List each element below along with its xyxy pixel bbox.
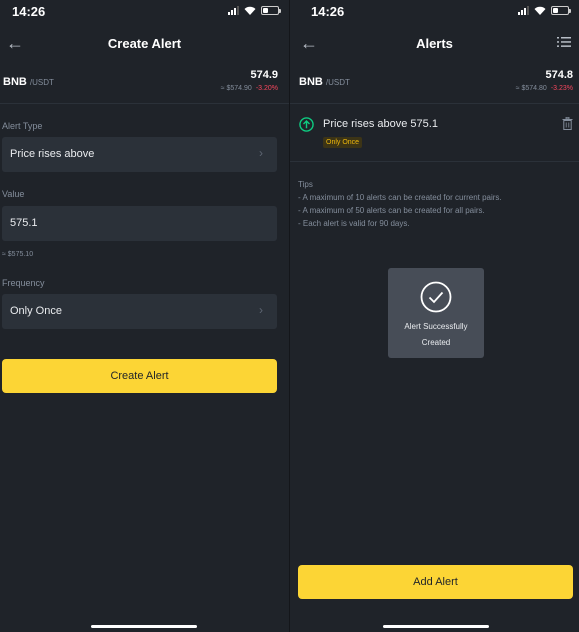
status-icons bbox=[228, 6, 281, 15]
success-toast: Alert Successfully Created bbox=[388, 268, 484, 358]
value-input-text: 575.1 bbox=[10, 217, 38, 229]
last-price: 574.9 bbox=[250, 69, 278, 81]
pair-header: BNB /USDT 574.8 ≈ $574.80 -3.23% bbox=[290, 68, 579, 104]
fiat-price: ≈ $574.90 bbox=[220, 85, 252, 92]
pair-symbol: BNB /USDT bbox=[3, 76, 54, 88]
status-bar: 14:26 bbox=[290, 0, 579, 24]
checkmark-circle-icon bbox=[420, 281, 452, 313]
create-alert-screen: 14:26 ← Create Alert BNB /USDT 574.9 ≈ $… bbox=[0, 0, 289, 632]
price-sub: ≈ $574.80 -3.23% bbox=[516, 85, 573, 92]
status-icons bbox=[518, 6, 571, 15]
trash-icon[interactable] bbox=[562, 117, 573, 130]
home-indicator bbox=[383, 625, 489, 628]
alert-type-label: Alert Type bbox=[2, 121, 43, 131]
wifi-icon bbox=[244, 6, 256, 15]
frequency-select[interactable]: Only Once › bbox=[2, 294, 277, 329]
frequency-label: Frequency bbox=[2, 278, 45, 288]
pair-symbol: BNB /USDT bbox=[299, 76, 350, 88]
tip-item: - Each alert is valid for 90 days. bbox=[298, 219, 410, 228]
alert-text: Price rises above 575.1 bbox=[323, 118, 438, 130]
signal-icon bbox=[228, 6, 239, 15]
status-time: 14:26 bbox=[311, 4, 345, 19]
value-hint: ≈ $575.10 bbox=[2, 251, 34, 258]
value-label: Value bbox=[2, 189, 25, 199]
price-change: -3.23% bbox=[550, 85, 573, 92]
alert-list-item[interactable]: Price rises above 575.1 Only Once bbox=[290, 108, 579, 162]
tips-title: Tips bbox=[298, 180, 313, 189]
alerts-screen: 14:26 ← Alerts BNB /USDT 574.8 ≈ $574.80… bbox=[290, 0, 579, 632]
nav-bar: ← Alerts bbox=[290, 30, 579, 58]
create-alert-button[interactable]: Create Alert bbox=[2, 359, 277, 393]
signal-icon bbox=[518, 6, 529, 15]
list-menu-icon[interactable] bbox=[557, 36, 571, 48]
battery-icon bbox=[551, 6, 571, 15]
pair-header: BNB /USDT 574.9 ≈ $574.90 -3.20% bbox=[0, 68, 289, 104]
home-indicator bbox=[91, 625, 197, 628]
last-price: 574.8 bbox=[545, 69, 573, 81]
nav-bar: ← Create Alert bbox=[0, 30, 289, 58]
chevron-right-icon: › bbox=[259, 146, 263, 160]
fiat-price: ≈ $574.80 bbox=[515, 85, 547, 92]
status-time: 14:26 bbox=[12, 4, 46, 19]
chevron-right-icon: › bbox=[259, 303, 263, 317]
price-change: -3.20% bbox=[255, 85, 278, 92]
frequency-badge: Only Once bbox=[323, 137, 363, 148]
add-alert-button[interactable]: Add Alert bbox=[298, 565, 573, 599]
frequency-value: Only Once bbox=[10, 305, 62, 317]
price-sub: ≈ $574.90 -3.20% bbox=[221, 85, 278, 92]
page-title: Create Alert bbox=[107, 36, 182, 51]
value-input[interactable]: 575.1 bbox=[2, 206, 277, 241]
alert-type-select[interactable]: Price rises above › bbox=[2, 137, 277, 172]
status-bar: 14:26 bbox=[0, 0, 289, 24]
alert-type-value: Price rises above bbox=[10, 148, 95, 160]
toast-message: Alert Successfully Created bbox=[404, 322, 468, 347]
arrow-up-circle-icon bbox=[299, 117, 314, 132]
page-title: Alerts bbox=[416, 36, 453, 51]
tip-item: - A maximum of 10 alerts can be created … bbox=[298, 193, 502, 202]
tips-section: Tips - A maximum of 10 alerts can be cre… bbox=[298, 178, 502, 230]
wifi-icon bbox=[534, 6, 546, 15]
battery-icon bbox=[261, 6, 281, 15]
tip-item: - A maximum of 50 alerts can be created … bbox=[298, 206, 485, 215]
